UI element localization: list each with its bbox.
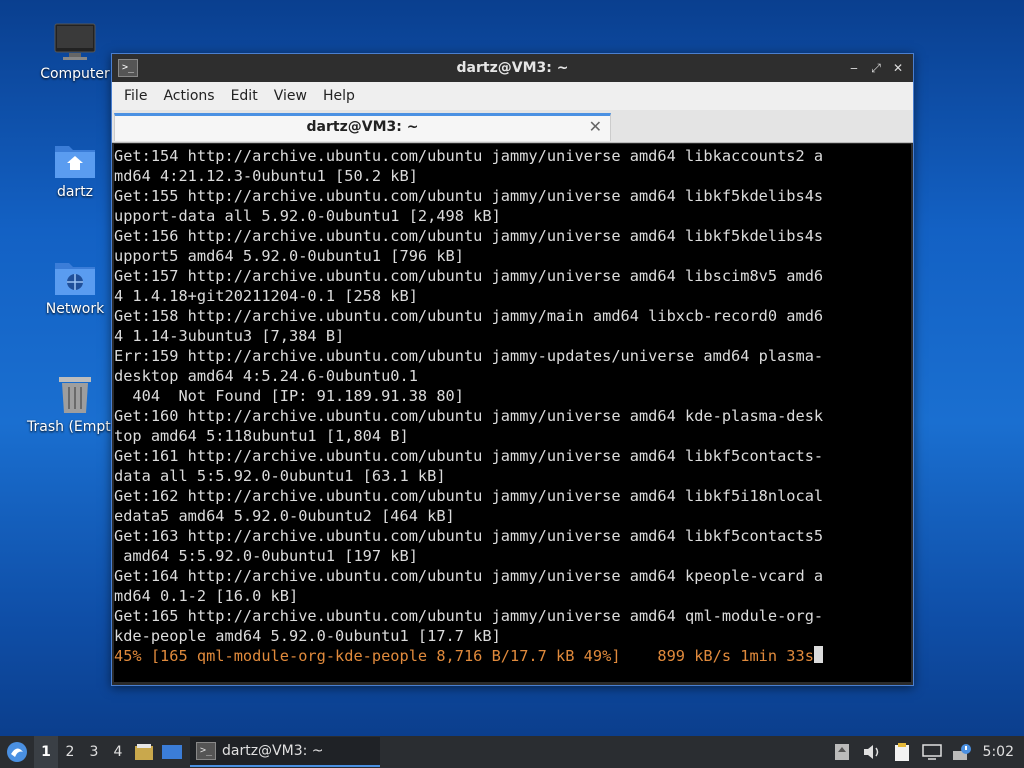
start-menu-button[interactable]: [0, 736, 34, 768]
desktop-icon-home[interactable]: dartz: [27, 140, 123, 200]
terminal-line: Get:161 http://archive.ubuntu.com/ubuntu…: [114, 447, 824, 465]
tab-label: dartz@VM3: ~: [306, 119, 419, 135]
terminal-lines: Get:154 http://archive.ubuntu.com/ubuntu…: [114, 144, 911, 666]
workspace-1[interactable]: 1: [34, 736, 58, 768]
terminal-line: Get:155 http://archive.ubuntu.com/ubuntu…: [114, 187, 824, 205]
terminal-line: edata5 amd64 5.92.0-0ubuntu2 [464 kB]: [114, 507, 455, 525]
close-button[interactable]: ✕: [889, 59, 907, 77]
terminal-line: Get:162 http://archive.ubuntu.com/ubuntu…: [114, 487, 824, 505]
clock[interactable]: 5:02: [977, 744, 1024, 760]
terminal-line: kde-people amd64 5.92.0-0ubuntu1 [17.7 k…: [114, 627, 501, 645]
terminal-line: Get:165 http://archive.ubuntu.com/ubuntu…: [114, 607, 824, 625]
menu-edit[interactable]: Edit: [223, 88, 266, 104]
desktop-icon-label: Computer: [40, 66, 110, 82]
network-folder-icon: [55, 263, 95, 295]
clipboard-icon: [894, 743, 909, 761]
terminal-line: upport5 amd64 5.92.0-0ubuntu1 [796 kB]: [114, 247, 464, 265]
terminal-line: 4 1.4.18+git20211204-0.1 [258 kB]: [114, 287, 418, 305]
volume-button[interactable]: [857, 736, 887, 768]
terminal-line: Err:159 http://archive.ubuntu.com/ubuntu…: [114, 347, 824, 365]
desktop-icon: [162, 745, 182, 759]
menu-help[interactable]: Help: [315, 88, 363, 104]
maximize-button[interactable]: ⤢: [867, 59, 885, 77]
desktop-icon-network[interactable]: Network: [27, 257, 123, 317]
workspace-4[interactable]: 4: [106, 736, 130, 768]
taskbar: 1 2 3 4 >_ dartz@VM3: ~ 5:02: [0, 736, 1024, 768]
terminal-line: 404 Not Found [IP: 91.189.91.38 80]: [114, 387, 464, 405]
workspace-2[interactable]: 2: [58, 736, 82, 768]
terminal-line: 4 1.14-3ubuntu3 [7,384 B]: [114, 327, 345, 345]
network-icon: [921, 744, 942, 760]
tab-terminal[interactable]: dartz@VM3: ~ ✕: [114, 113, 611, 141]
progress-text: 45% [165 qml-module-org-kde-people 8,716…: [114, 647, 814, 665]
terminal-line: md64 0.1-2 [16.0 kB]: [114, 587, 299, 605]
update-notifier-button[interactable]: [827, 736, 857, 768]
terminal-icon: >_: [196, 742, 216, 760]
file-manager-icon: [135, 744, 153, 760]
clipboard-button[interactable]: [887, 736, 917, 768]
window-title: dartz@VM3: ~: [456, 60, 569, 76]
terminal-line: amd64 5:5.92.0-0ubuntu1 [197 kB]: [114, 547, 418, 565]
terminal-line: data all 5:5.92.0-0ubuntu1 [63.1 kB]: [114, 467, 446, 485]
terminal-line: Get:163 http://archive.ubuntu.com/ubuntu…: [114, 527, 824, 545]
file-manager-launcher[interactable]: [130, 736, 158, 768]
terminal-cursor: [813, 646, 823, 663]
notification-button[interactable]: [947, 736, 977, 768]
terminal-line: desktop amd64 4:5.24.6-0ubuntu0.1: [114, 367, 418, 385]
window-titlebar[interactable]: >_ dartz@VM3: ~ ‒ ⤢ ✕: [112, 54, 913, 82]
desktop-icon-label: dartz: [56, 184, 94, 200]
terminal-line: top amd64 5:118ubuntu1 [1,804 B]: [114, 427, 409, 445]
task-label: dartz@VM3: ~: [222, 743, 324, 759]
terminal-line: Get:154 http://archive.ubuntu.com/ubuntu…: [114, 147, 824, 165]
menu-view[interactable]: View: [266, 88, 315, 104]
home-folder-icon: [55, 146, 95, 178]
menu-actions[interactable]: Actions: [155, 88, 222, 104]
notification-icon: [952, 744, 971, 760]
tab-close-icon[interactable]: ✕: [589, 117, 602, 136]
minimize-button[interactable]: ‒: [845, 59, 863, 77]
terminal-line: Get:156 http://archive.ubuntu.com/ubuntu…: [114, 227, 824, 245]
terminal-progress-line: 45% [165 qml-module-org-kde-people 8,716…: [114, 646, 911, 666]
lubuntu-logo-icon: [7, 742, 27, 762]
monitor-icon: [54, 23, 96, 60]
menu-bar: File Actions Edit View Help: [112, 82, 913, 110]
desktop-icon-label: Trash (Empty): [27, 419, 125, 435]
trash-icon: [59, 377, 91, 413]
terminal-line: md64 4:21.12.3-0ubuntu1 [50.2 kB]: [114, 167, 418, 185]
workspace-3[interactable]: 3: [82, 736, 106, 768]
update-icon: [834, 744, 849, 760]
terminal-line: Get:158 http://archive.ubuntu.com/ubuntu…: [114, 307, 824, 325]
terminal-icon: >_: [118, 59, 138, 77]
terminal-window[interactable]: >_ dartz@VM3: ~ ‒ ⤢ ✕ File Actions Edit …: [111, 53, 914, 686]
terminal-line: Get:164 http://archive.ubuntu.com/ubuntu…: [114, 567, 824, 585]
speaker-icon: [863, 745, 878, 759]
taskbar-terminal-task[interactable]: >_ dartz@VM3: ~: [190, 737, 380, 767]
show-desktop-button[interactable]: [158, 736, 186, 768]
terminal-line: Get:157 http://archive.ubuntu.com/ubuntu…: [114, 267, 824, 285]
terminal-line: upport-data all 5.92.0-0ubuntu1 [2,498 k…: [114, 207, 501, 225]
network-button[interactable]: [917, 736, 947, 768]
menu-file[interactable]: File: [116, 88, 155, 104]
terminal-line: Get:160 http://archive.ubuntu.com/ubuntu…: [114, 407, 824, 425]
tab-bar: dartz@VM3: ~ ✕: [112, 110, 913, 143]
desktop-icon-computer[interactable]: Computer: [27, 22, 123, 82]
desktop-icon-label: Network: [45, 301, 105, 317]
system-tray: 5:02: [827, 736, 1024, 768]
desktop-icon-trash[interactable]: Trash (Empty): [27, 373, 125, 435]
terminal-output[interactable]: Get:154 http://archive.ubuntu.com/ubuntu…: [114, 144, 911, 682]
